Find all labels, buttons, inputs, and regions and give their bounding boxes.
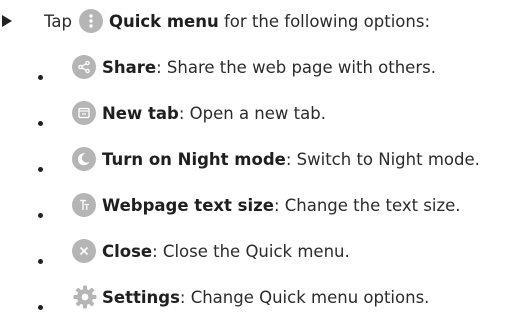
- new-tab-icon: [72, 101, 96, 125]
- option-label: New tab: [102, 103, 179, 123]
- text-size-icon: [72, 193, 96, 217]
- bullet-dot: [38, 75, 43, 80]
- list-item-settings: Settings : Change Quick menu options.: [0, 274, 528, 320]
- option-desc: : Share the web page with others.: [156, 57, 436, 77]
- quick-menu-icon: [78, 9, 103, 33]
- option-desc: : Switch to Night mode.: [285, 149, 480, 169]
- options-list: Share : Share the web page with others. …: [0, 44, 528, 320]
- list-item-share: Share : Share the web page with others.: [0, 44, 528, 90]
- option-label: Share: [102, 57, 157, 77]
- bullet-dot: [38, 259, 43, 264]
- bullet-dot: [38, 305, 43, 310]
- list-item-night-mode: Turn on Night mode : Switch to Night mod…: [0, 136, 528, 182]
- intro-line: Tap Quick menu for the following options…: [0, 6, 430, 36]
- bullet-dot: [38, 213, 43, 218]
- bullet-dot: [38, 121, 43, 126]
- share-icon: [72, 55, 96, 79]
- bullet-dot: [38, 167, 43, 172]
- option-label: Settings: [102, 287, 180, 307]
- intro-suffix: for the following options:: [224, 11, 431, 31]
- option-label: Close: [102, 241, 153, 261]
- arrow-bullet-icon: [2, 15, 12, 27]
- night-mode-icon: [72, 147, 96, 171]
- list-item-new-tab: New tab : Open a new tab.: [0, 90, 528, 136]
- option-desc: : Change the text size.: [273, 195, 461, 215]
- option-label: Turn on Night mode: [102, 149, 286, 169]
- settings-gear-icon: [72, 284, 98, 310]
- option-desc: : Change Quick menu options.: [179, 287, 430, 307]
- option-desc: : Open a new tab.: [178, 103, 326, 123]
- quick-menu-label: Quick menu: [108, 11, 219, 31]
- list-item-text-size: Webpage text size : Change the text size…: [0, 182, 528, 228]
- option-desc: : Close the Quick menu.: [152, 241, 350, 261]
- intro-prefix: Tap: [44, 11, 72, 31]
- close-icon: [72, 239, 96, 263]
- option-label: Webpage text size: [102, 195, 274, 215]
- list-item-close: Close : Close the Quick menu.: [0, 228, 528, 274]
